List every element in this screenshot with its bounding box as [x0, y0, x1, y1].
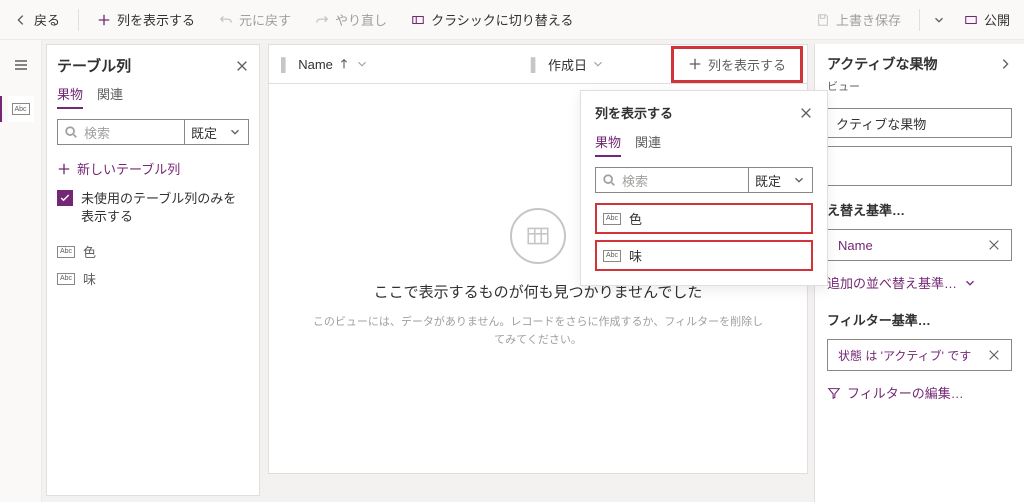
- text-type-icon: Abc: [57, 246, 75, 258]
- sort-chip[interactable]: Name: [827, 229, 1012, 261]
- empty-grid-icon: [510, 208, 566, 264]
- column-item[interactable]: Abc 味: [57, 265, 249, 292]
- hamburger-button[interactable]: [8, 52, 34, 78]
- search-placeholder: 検索: [84, 123, 110, 142]
- switch-icon: [411, 13, 425, 27]
- sort-chip-label: Name: [838, 238, 873, 253]
- flyout-tab-related[interactable]: 関連: [635, 132, 661, 157]
- close-icon[interactable]: [235, 59, 249, 73]
- flyout-column-item[interactable]: Abc 味: [595, 240, 813, 271]
- column-item[interactable]: Abc 色: [57, 238, 249, 265]
- grip-icon: ▌: [531, 57, 540, 72]
- chevron-down-icon: [963, 276, 977, 290]
- close-icon[interactable]: [799, 106, 813, 120]
- arrow-left-icon: [14, 13, 28, 27]
- search-icon: [64, 125, 78, 139]
- sort-section-label: え替え基準…: [827, 200, 1012, 219]
- right-panel-title: アクティブな果物: [827, 54, 937, 74]
- view-name-value: クティブな果物: [836, 114, 926, 133]
- back-button[interactable]: 戻る: [8, 6, 66, 33]
- switch-classic-label: クラシックに切り替える: [431, 10, 573, 29]
- column-item-label: 味: [83, 269, 96, 288]
- flyout-column-label: 味: [629, 246, 642, 265]
- column-header-label: Name: [298, 57, 333, 72]
- description-input[interactable]: [827, 146, 1012, 186]
- close-icon[interactable]: [987, 238, 1001, 252]
- view-name-input[interactable]: クティブな果物: [827, 108, 1012, 138]
- flyout-sort-label: 既定: [755, 171, 781, 190]
- flyout-column-item[interactable]: Abc 色: [595, 203, 813, 234]
- flyout-search-placeholder: 検索: [622, 171, 648, 190]
- chevron-down-icon: [228, 125, 242, 139]
- plus-icon: [688, 57, 702, 71]
- publish-button[interactable]: 公開: [958, 6, 1016, 33]
- redo-label: やり直し: [335, 10, 387, 29]
- show-columns-button[interactable]: 列を表示する: [91, 6, 201, 33]
- edit-filter-button[interactable]: フィルターの編集…: [827, 379, 1012, 406]
- add-column-button[interactable]: 列を表示する: [671, 46, 803, 83]
- publish-label: 公開: [984, 10, 1010, 29]
- only-unused-checkbox[interactable]: [57, 190, 73, 206]
- grip-icon: ▌: [281, 57, 290, 72]
- flyout-search-input[interactable]: 検索 既定: [595, 167, 813, 193]
- abc-icon: Abc: [12, 103, 30, 115]
- search-input[interactable]: 検索 既定: [57, 119, 249, 145]
- flyout-title: 列を表示する: [595, 103, 673, 122]
- chevron-down-icon: [591, 57, 605, 71]
- add-column-label: 列を表示する: [708, 55, 786, 74]
- filter-chip[interactable]: 状態 は 'アクティブ' です: [827, 339, 1012, 371]
- save-label: 上書き保存: [836, 10, 901, 29]
- redo-button[interactable]: やり直し: [309, 6, 393, 33]
- undo-button[interactable]: 元に戻す: [213, 6, 297, 33]
- new-column-button[interactable]: 新しいテーブル列: [57, 155, 249, 182]
- column-header-created[interactable]: 作成日: [548, 55, 605, 74]
- tab-related[interactable]: 関連: [97, 84, 123, 109]
- sort-select[interactable]: 既定: [184, 120, 248, 144]
- close-icon[interactable]: [987, 348, 1001, 362]
- only-unused-label: 未使用のテーブル列のみを表示する: [81, 190, 249, 226]
- text-type-icon: Abc: [603, 250, 621, 262]
- add-sort-button[interactable]: 追加の並べ替え基準…: [827, 269, 1012, 296]
- column-item-label: 色: [83, 242, 96, 261]
- text-type-icon: Abc: [603, 213, 621, 225]
- text-type-icon: Abc: [57, 273, 75, 285]
- edit-filter-label: フィルターの編集…: [847, 383, 964, 402]
- filter-chip-label: 状態 は 'アクティブ' です: [838, 347, 971, 364]
- add-sort-label: 追加の並べ替え基準…: [827, 273, 957, 292]
- show-columns-label: 列を表示する: [117, 10, 195, 29]
- flyout-column-label: 色: [629, 209, 642, 228]
- chevron-down-icon: [792, 173, 806, 187]
- divider: [78, 9, 79, 31]
- sort-label: 既定: [191, 123, 217, 142]
- new-column-label: 新しいテーブル列: [77, 159, 180, 178]
- chevron-down-icon[interactable]: [932, 13, 946, 27]
- sort-asc-icon: [337, 57, 351, 71]
- save-button[interactable]: 上書き保存: [810, 6, 907, 33]
- publish-icon: [964, 13, 978, 27]
- right-panel-subtitle: ビュー: [827, 78, 1012, 94]
- column-header-name[interactable]: Name: [298, 57, 369, 72]
- undo-label: 元に戻す: [239, 10, 291, 29]
- save-icon: [816, 13, 830, 27]
- columns-rail-button[interactable]: Abc: [8, 96, 34, 122]
- plus-icon: [97, 13, 111, 27]
- empty-subtitle: このビューには、データがありません。レコードをさらに作成するか、フィルターを削除…: [309, 314, 767, 349]
- redo-icon: [315, 13, 329, 27]
- undo-icon: [219, 13, 233, 27]
- filter-icon: [827, 386, 841, 400]
- panel-title: テーブル列: [57, 55, 131, 76]
- divider: [919, 9, 920, 31]
- switch-classic-button[interactable]: クラシックに切り替える: [405, 6, 579, 33]
- flyout-tab-entity[interactable]: 果物: [595, 132, 621, 157]
- plus-icon: [57, 162, 71, 176]
- chevron-right-icon[interactable]: [998, 57, 1012, 71]
- flyout-sort-select[interactable]: 既定: [748, 168, 812, 192]
- filter-section-label: フィルター基準…: [827, 310, 1012, 329]
- search-icon: [602, 173, 616, 187]
- column-header-label: 作成日: [548, 55, 587, 74]
- chevron-down-icon: [355, 57, 369, 71]
- back-label: 戻る: [34, 10, 60, 29]
- tab-entity[interactable]: 果物: [57, 84, 83, 109]
